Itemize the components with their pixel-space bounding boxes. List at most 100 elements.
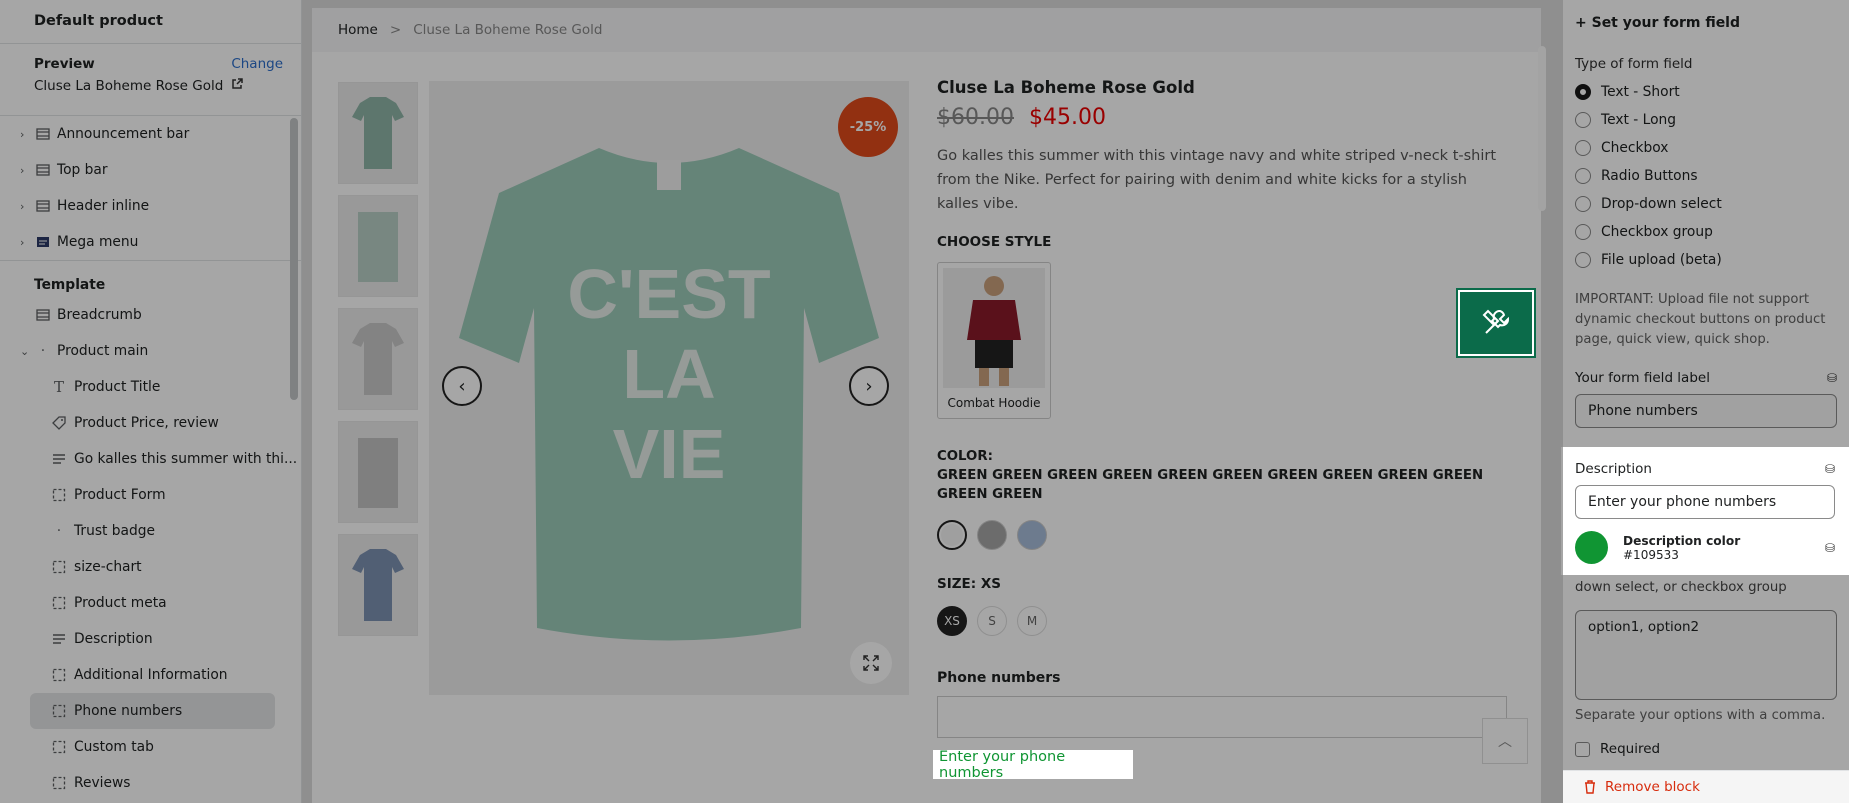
database-icon[interactable]: ⛁ <box>1827 371 1837 385</box>
sidebar-item-top-bar[interactable]: › Top bar <box>0 152 301 188</box>
phone-input[interactable] <box>937 696 1507 738</box>
radio-circle[interactable] <box>1575 252 1591 268</box>
description-color-picker[interactable]: Description color #109533 ⛁ <box>1575 531 1835 564</box>
chevron-right-icon[interactable]: › <box>20 164 24 177</box>
tag-icon <box>51 415 67 431</box>
sidebar-item-label: Go kalles this summer with thi... <box>74 451 298 467</box>
important-note: IMPORTANT: Upload file not support dynam… <box>1575 292 1826 347</box>
sidebar-block-product-price[interactable]: Product Price, review <box>0 405 301 441</box>
sidebar-item-header-inline[interactable]: › Header inline <box>0 188 301 224</box>
next-image-button[interactable]: › <box>849 366 889 406</box>
settings-panel: + Set your form field Type of form field… <box>1563 0 1849 803</box>
color-swatch[interactable] <box>1017 520 1047 550</box>
block-icon <box>51 739 67 755</box>
radio-checkbox-group[interactable]: Checkbox group <box>1575 218 1837 246</box>
sidebar-block-product-title[interactable]: T Product Title <box>0 369 301 405</box>
product-thumbnail[interactable] <box>338 195 418 297</box>
sidebar-item-product-main[interactable]: ⌄ · Product main <box>0 333 301 369</box>
sidebar-scrollbar[interactable] <box>290 118 298 400</box>
sidebar-item-mega-menu[interactable]: › Mega menu <box>0 224 301 260</box>
choose-style-label: CHOOSE STYLE <box>937 234 1052 250</box>
radio-circle[interactable] <box>1575 168 1591 184</box>
sidebar-block-product-meta[interactable]: Product meta <box>0 585 301 621</box>
preview-product[interactable]: Cluse La Boheme Rose Gold <box>34 78 267 94</box>
field-label-row: Your form field label ⛁ <box>1575 370 1837 386</box>
product-thumbnail[interactable] <box>338 308 418 410</box>
back-to-top-button[interactable]: ︿ <box>1482 718 1528 764</box>
sidebar-block-product-form[interactable]: Product Form <box>0 477 301 513</box>
color-title: Description color <box>1623 533 1741 548</box>
chevron-left-icon: ‹ <box>458 375 466 397</box>
color-swatch[interactable] <box>977 520 1007 550</box>
description-input[interactable]: Enter your phone numbers <box>1575 485 1835 519</box>
database-icon[interactable]: ⛁ <box>1825 462 1835 476</box>
sidebar-block-additional-information[interactable]: Additional Information <box>0 657 301 693</box>
required-checkbox-row[interactable]: Required <box>1575 741 1837 757</box>
database-icon[interactable]: ⛁ <box>1825 541 1835 555</box>
sidebar-block-reviews[interactable]: Reviews <box>0 765 301 801</box>
field-label-title: Your form field label <box>1575 370 1710 386</box>
radio-circle[interactable] <box>1575 196 1591 212</box>
size-option[interactable]: XS <box>937 606 967 636</box>
sidebar-item-label: Trust badge <box>74 523 156 539</box>
size-option[interactable]: M <box>1017 606 1047 636</box>
prev-image-button[interactable]: ‹ <box>442 366 482 406</box>
sidebar-block-trust-badge[interactable]: · Trust badge <box>0 513 301 549</box>
sidebar-item-label: Product Title <box>74 379 161 395</box>
storefront-page: Home > Cluse La Boheme Rose Gold C'EST L… <box>312 8 1541 803</box>
preview-scrollbar[interactable] <box>1538 46 1546 211</box>
sidebar-block-description-text[interactable]: Go kalles this summer with thi... <box>0 441 301 477</box>
radio-text-long[interactable]: Text - Long <box>1575 106 1837 134</box>
remove-block-button[interactable]: Remove block <box>1563 770 1849 803</box>
style-option[interactable]: Combat Hoodie <box>937 262 1051 419</box>
chevron-right-icon[interactable]: › <box>20 128 24 141</box>
radio-label: File upload (beta) <box>1601 252 1722 268</box>
sidebar-item-label: Product meta <box>74 595 167 611</box>
field-label-input[interactable]: Phone numbers <box>1575 394 1837 428</box>
sidebar-item-announcement-bar[interactable]: › Announcement bar <box>0 116 301 152</box>
sidebar-item-breadcrumb[interactable]: Breadcrumb <box>0 297 301 333</box>
radio-radio-buttons[interactable]: Radio Buttons <box>1575 162 1837 190</box>
chevron-down-icon[interactable]: ⌄ <box>20 345 29 358</box>
radio-file-upload[interactable]: File upload (beta) <box>1575 246 1837 274</box>
radio-dropdown[interactable]: Drop-down select <box>1575 190 1837 218</box>
change-link[interactable]: Change <box>231 56 283 72</box>
breadcrumb-home[interactable]: Home <box>338 22 378 38</box>
radio-label: Text - Short <box>1601 84 1680 100</box>
sidebar-block-description[interactable]: Description <box>0 621 301 657</box>
sidebar-block-custom-tab[interactable]: Custom tab <box>0 729 301 765</box>
sidebar-block-phone-numbers[interactable]: Phone numbers <box>30 693 275 729</box>
size-option[interactable]: S <box>977 606 1007 636</box>
section-icon <box>35 198 51 214</box>
chevron-right-icon[interactable]: › <box>20 236 24 249</box>
color-swatch[interactable] <box>1575 531 1608 564</box>
radio-label: Radio Buttons <box>1601 168 1698 184</box>
product-thumbnail[interactable] <box>338 82 418 184</box>
radio-circle[interactable] <box>1575 140 1591 156</box>
chevron-right-icon[interactable]: › <box>20 200 24 213</box>
size-options: XS S M <box>937 606 1517 636</box>
radio-circle[interactable] <box>1575 224 1591 240</box>
size-label: SIZE: XS <box>937 576 1001 592</box>
sidebar-item-label: Additional Information <box>74 667 228 683</box>
product-thumbnail[interactable] <box>338 534 418 636</box>
zoom-button[interactable] <box>850 642 892 684</box>
breadcrumb: Home > Cluse La Boheme Rose Gold <box>312 8 1541 52</box>
sidebar-title: Default product <box>0 0 301 44</box>
radio-checkbox[interactable]: Checkbox <box>1575 134 1837 162</box>
sidebar-item-label: Header inline <box>57 198 150 214</box>
product-thumbnail[interactable] <box>338 421 418 523</box>
options-textarea[interactable]: option1, option2 <box>1575 610 1837 700</box>
radio-circle[interactable] <box>1575 112 1591 128</box>
radio-circle[interactable] <box>1575 84 1591 100</box>
radio-text-short[interactable]: Text - Short <box>1575 78 1837 106</box>
color-swatch[interactable] <box>937 520 967 550</box>
product-main-image[interactable]: C'EST LA VIE <box>429 81 909 695</box>
sidebar-block-size-chart[interactable]: size-chart <box>0 549 301 585</box>
tshirt-print-line: VIE <box>613 415 726 493</box>
required-checkbox[interactable] <box>1575 741 1590 757</box>
tshirt-print-line: C'EST <box>567 255 770 333</box>
theme-tools-button[interactable] <box>1456 288 1536 358</box>
sale-badge: -25% <box>838 97 898 157</box>
external-link-icon[interactable] <box>231 78 244 94</box>
